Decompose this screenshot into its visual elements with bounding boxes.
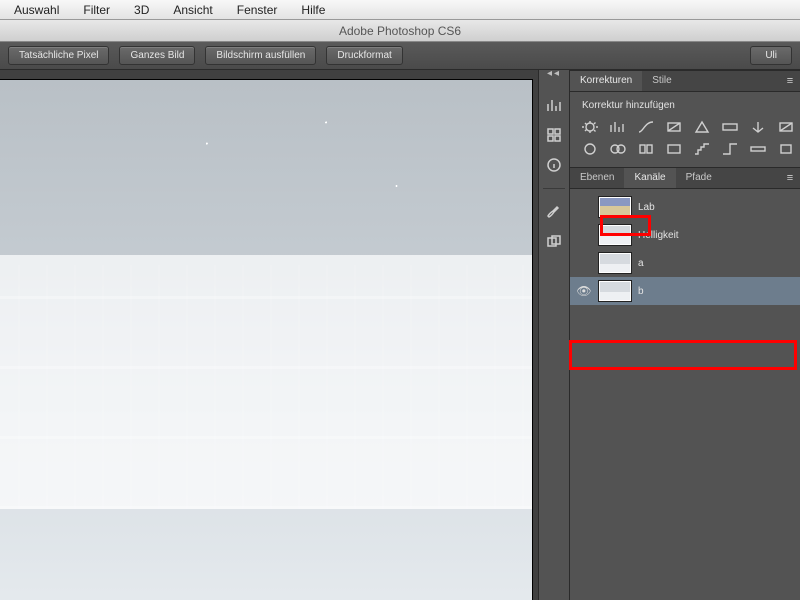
brightness-contrast-icon[interactable]: [580, 119, 600, 135]
adjustments-panel-tabs: Korrekturen Stile ≡: [570, 70, 800, 92]
options-bar: Tatsächliche Pixel Ganzes Bild Bildschir…: [0, 42, 800, 70]
channel-row-b[interactable]: 👁 b: [570, 277, 800, 305]
channel-thumbnail: [598, 224, 632, 246]
menu-item[interactable]: Hilfe: [289, 3, 337, 17]
panel-menu-icon[interactable]: ≡: [780, 168, 800, 188]
swatches-icon[interactable]: [543, 124, 565, 146]
adjustments-panel: Korrektur hinzufügen: [570, 92, 800, 167]
panel-menu-icon[interactable]: ≡: [780, 71, 800, 91]
user-menu[interactable]: Uli: [750, 46, 792, 65]
separator: [543, 188, 565, 189]
tab-korrekturen[interactable]: Korrekturen: [570, 71, 642, 91]
posterize-icon[interactable]: [692, 141, 712, 157]
channel-name: Lab: [638, 202, 655, 213]
channel-row-lightness[interactable]: 👁 Helligkeit: [570, 221, 800, 249]
histogram-icon[interactable]: [543, 94, 565, 116]
tab-stile[interactable]: Stile: [642, 71, 681, 91]
channel-name: a: [638, 258, 644, 269]
print-size-button[interactable]: Druckformat: [326, 46, 402, 65]
collapsed-panel-strip: ◂◂: [538, 70, 570, 600]
app-title: Adobe Photoshop CS6: [339, 24, 461, 38]
channel-mixer-icon[interactable]: [608, 141, 628, 157]
color-balance-icon[interactable]: [748, 119, 768, 135]
tab-ebenen[interactable]: Ebenen: [570, 168, 624, 188]
channel-row-lab[interactable]: 👁 Lab: [570, 193, 800, 221]
selective-color-icon[interactable]: [776, 141, 796, 157]
canvas-area[interactable]: [0, 70, 538, 600]
adjustments-grid: [580, 119, 790, 157]
channel-thumbnail: [598, 252, 632, 274]
black-white-icon[interactable]: [776, 119, 796, 135]
menu-item[interactable]: Ansicht: [161, 3, 224, 17]
clone-source-icon[interactable]: [543, 231, 565, 253]
info-icon[interactable]: [543, 154, 565, 176]
channels-panel: 👁 Lab 👁 Helligkeit 👁 a 👁 b: [570, 189, 800, 600]
menu-item[interactable]: Fenster: [225, 3, 290, 17]
layers-channels-tabs: Ebenen Kanäle Pfade ≡: [570, 167, 800, 189]
invert-icon[interactable]: [664, 141, 684, 157]
channel-name: Helligkeit: [638, 230, 679, 241]
curves-icon[interactable]: [636, 119, 656, 135]
actual-pixels-button[interactable]: Tatsächliche Pixel: [8, 46, 109, 65]
color-lookup-icon[interactable]: [636, 141, 656, 157]
app-title-bar: Adobe Photoshop CS6: [0, 20, 800, 42]
hue-saturation-icon[interactable]: [720, 119, 740, 135]
document-image[interactable]: [0, 80, 532, 600]
menu-item[interactable]: 3D: [122, 3, 161, 17]
fill-screen-button[interactable]: Bildschirm ausfüllen: [205, 46, 316, 65]
vibrance-icon[interactable]: [692, 119, 712, 135]
levels-icon[interactable]: [608, 119, 628, 135]
main-area: ◂◂ Korrekturen Stile ≡ Korrektur hinzufü…: [0, 70, 800, 600]
menu-item[interactable]: Filter: [71, 3, 122, 17]
fit-screen-button[interactable]: Ganzes Bild: [119, 46, 195, 65]
channel-thumbnail: [598, 196, 632, 218]
photo-filter-icon[interactable]: [580, 141, 600, 157]
tab-pfade[interactable]: Pfade: [676, 168, 722, 188]
right-panels: Korrekturen Stile ≡ Korrektur hinzufügen: [570, 70, 800, 600]
channel-thumbnail: [598, 280, 632, 302]
brush-icon[interactable]: [543, 201, 565, 223]
menu-item[interactable]: Auswahl: [2, 3, 71, 17]
gradient-map-icon[interactable]: [748, 141, 768, 157]
channel-row-a[interactable]: 👁 a: [570, 249, 800, 277]
threshold-icon[interactable]: [720, 141, 740, 157]
visibility-icon[interactable]: 👁: [576, 283, 592, 299]
mac-menu-bar: Auswahl Filter 3D Ansicht Fenster Hilfe: [0, 0, 800, 20]
channel-name: b: [638, 286, 644, 297]
channel-list: 👁 Lab 👁 Helligkeit 👁 a 👁 b: [570, 189, 800, 309]
exposure-icon[interactable]: [664, 119, 684, 135]
document-frame: [0, 80, 532, 600]
collapse-grip-icon[interactable]: ◂◂: [547, 68, 561, 79]
adjustments-title: Korrektur hinzufügen: [582, 100, 790, 111]
tab-kanaele[interactable]: Kanäle: [624, 168, 675, 188]
